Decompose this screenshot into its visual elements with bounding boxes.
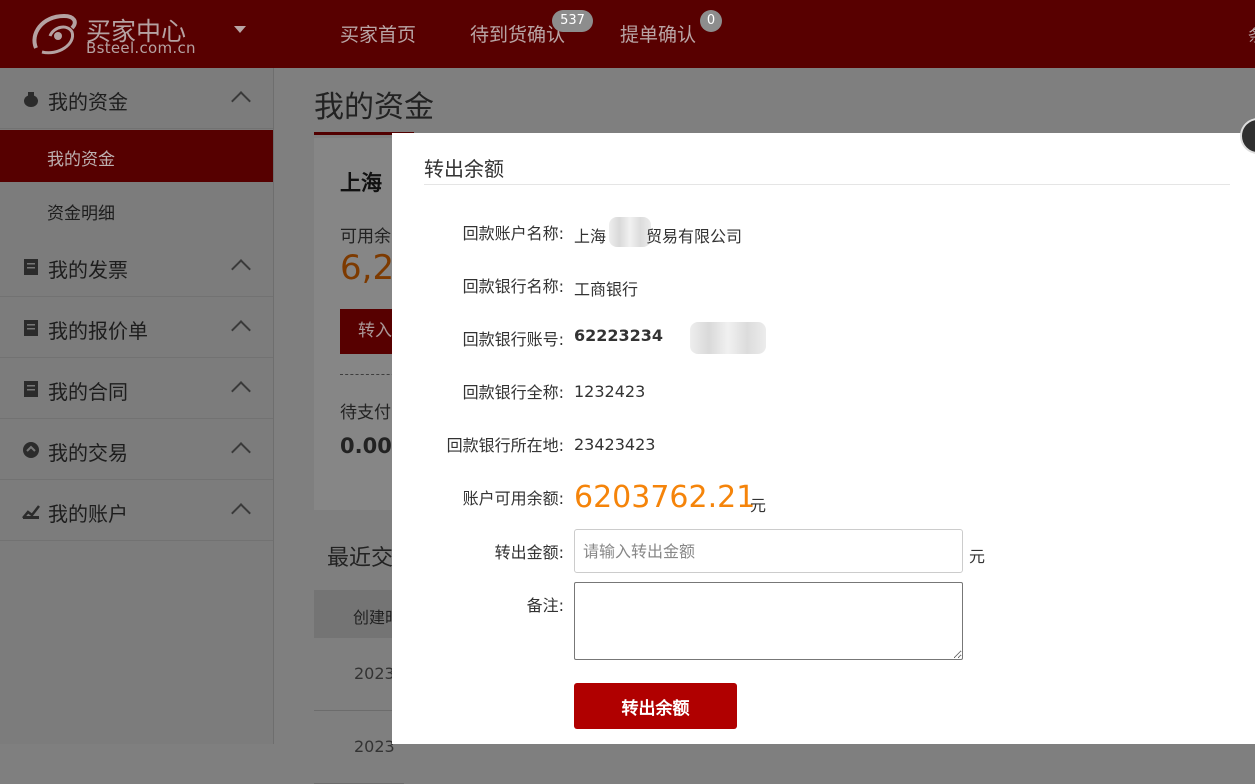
sidebar-section-label: 我的资金 (48, 90, 128, 114)
sidebar-section-funds[interactable]: 我的资金 (0, 68, 273, 129)
chevron-up-icon (231, 381, 251, 401)
table-header: 创建时 (314, 590, 404, 638)
amount-unit: 元 (969, 547, 986, 566)
transfer-in-button[interactable]: 转入 (340, 309, 400, 354)
table-row[interactable]: 2023 (314, 638, 404, 711)
sidebar-item-label: 资金明细 (47, 204, 115, 224)
sidebar-section-trades[interactable]: 我的交易 (0, 419, 273, 480)
sidebar-section-label: 我的报价单 (48, 319, 148, 343)
sidebar-item-label: 我的资金 (47, 150, 115, 170)
available-balance-value: 6203762.21 (574, 480, 756, 515)
table-cell: 2023 (354, 737, 395, 756)
redacted-blur (690, 322, 766, 354)
chart-icon (22, 505, 40, 519)
pending-arrival-badge: 537 (552, 10, 593, 32)
logo-subtitle: Bsteel.com.cn (86, 39, 196, 57)
chevron-down-icon[interactable] (234, 26, 246, 33)
transfer-amount-label: 转出金额: (494, 543, 564, 562)
bank-location-value: 23423423 (574, 435, 656, 454)
chevron-up-icon (231, 320, 251, 340)
account-name-label: 回款账户名称: (462, 224, 564, 243)
document-icon (24, 259, 38, 275)
document-icon (24, 320, 38, 336)
available-balance-amount: 6,2 (340, 248, 395, 288)
nav-buyer-home[interactable]: 买家首页 (340, 20, 416, 47)
dialog-title: 转出余额 (424, 157, 504, 181)
company-name: 上海 (340, 171, 382, 195)
logo[interactable]: 买家中心 Bsteel.com.cn (28, 8, 228, 60)
account-name-prefix: 上海 (574, 227, 607, 246)
table-cell: 2023 (354, 664, 395, 683)
dialog-divider (424, 184, 1230, 185)
bank-name-label: 回款银行名称: (462, 277, 564, 296)
sidebar-section-label: 我的合同 (48, 380, 128, 404)
sidebar-item-fund-details[interactable]: 资金明细 (0, 184, 273, 236)
bank-account-value: 62223234 (574, 326, 664, 345)
page-title: 我的资金 (314, 90, 434, 125)
sidebar-section-contracts[interactable]: 我的合同 (0, 358, 273, 419)
bank-account-label: 回款银行账号: (462, 330, 564, 349)
top-header: 买家中心 Bsteel.com.cn 买家首页 待到货确认 537 提单确认 0… (0, 0, 1255, 68)
chevron-up-icon (231, 91, 251, 111)
sidebar-section-invoices[interactable]: 我的发票 (0, 236, 273, 297)
bank-location-label: 回款银行所在地: (446, 436, 564, 455)
trade-icon (23, 442, 39, 458)
chevron-up-icon (231, 259, 251, 279)
remark-label: 备注: (526, 596, 564, 615)
transfer-amount-input[interactable] (574, 529, 963, 573)
pending-payment-label: 待支付 (340, 403, 391, 423)
balance-unit: 元 (750, 496, 767, 515)
divider (340, 374, 400, 375)
nav-overflow-text[interactable]: 条 (1248, 22, 1255, 46)
chevron-up-icon (231, 503, 251, 523)
available-balance-label: 账户可用余额: (462, 489, 564, 508)
bank-name-value: 工商银行 (574, 280, 639, 299)
redacted-blur (609, 217, 651, 247)
table-row[interactable]: 2023 (314, 711, 404, 784)
bank-full-name-label: 回款银行全称: (462, 383, 564, 402)
transfer-out-button[interactable]: 转出余额 (574, 683, 737, 729)
money-bag-icon (24, 92, 38, 107)
chevron-up-icon (231, 442, 251, 462)
logo-swirl-icon (32, 13, 77, 55)
account-name-suffix: 贸易有限公司 (646, 227, 743, 246)
remark-textarea[interactable] (574, 582, 963, 660)
available-balance-label: 可用余 (340, 227, 391, 247)
nav-bill-confirm[interactable]: 提单确认 (620, 20, 696, 47)
nav-pending-arrival[interactable]: 待到货确认 (470, 20, 565, 47)
bank-full-name-value: 1232423 (574, 382, 646, 401)
bill-confirm-badge: 0 (700, 10, 722, 32)
sidebar-section-label: 我的交易 (48, 441, 128, 465)
transfer-out-dialog: 转出余额 回款账户名称: 上海 贸易有限公司 回款银行名称: 工商银行 回款银行… (392, 133, 1255, 744)
recent-transactions-title: 最近交 (327, 546, 394, 571)
sidebar-section-label: 我的发票 (48, 258, 128, 282)
sidebar: 我的资金 我的资金 资金明细 我的发票 我的报价单 我的合同 我的交易 我的账户 (0, 68, 274, 744)
sidebar-section-label: 我的账户 (48, 502, 128, 526)
document-icon (24, 381, 38, 397)
sidebar-section-account[interactable]: 我的账户 (0, 480, 273, 541)
sidebar-item-my-funds[interactable]: 我的资金 (0, 130, 273, 182)
sidebar-section-quotes[interactable]: 我的报价单 (0, 297, 273, 358)
